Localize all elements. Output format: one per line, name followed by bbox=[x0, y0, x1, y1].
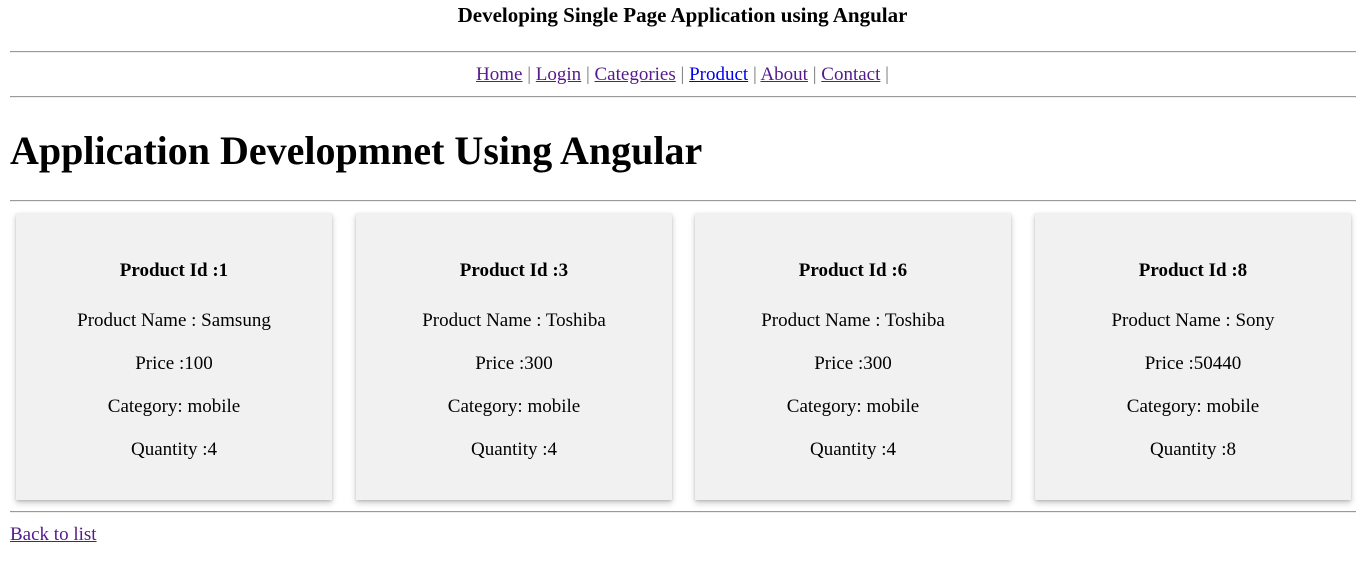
product-category: Category: mobile bbox=[786, 396, 920, 417]
product-id: Product Id :8 bbox=[1138, 260, 1248, 281]
nav-separator: | bbox=[752, 64, 757, 85]
nav-separator: | bbox=[885, 64, 889, 85]
product-id: Product Id :6 bbox=[798, 260, 908, 281]
nav-link-login[interactable]: Login bbox=[536, 64, 581, 85]
nav-separator: | bbox=[812, 64, 817, 85]
product-name: Product Name : Samsung bbox=[77, 310, 271, 331]
product-quantity: Quantity :4 bbox=[470, 439, 558, 460]
product-name: Product Name : Toshiba bbox=[422, 310, 606, 331]
site-title: Developing Single Page Application using… bbox=[457, 3, 908, 27]
nav-link-about[interactable]: About bbox=[760, 64, 808, 85]
product-quantity: Quantity :8 bbox=[1149, 439, 1237, 460]
nav-link-categories[interactable]: Categories bbox=[595, 64, 676, 85]
product-price: Price :300 bbox=[475, 353, 553, 374]
product-category: Category: mobile bbox=[107, 396, 241, 417]
nav-link-contact[interactable]: Contact bbox=[821, 64, 880, 85]
product-quantity: Quantity :4 bbox=[130, 439, 218, 460]
footer-divider bbox=[10, 511, 1356, 513]
product-quantity: Quantity :4 bbox=[809, 439, 897, 460]
product-price: Price :50440 bbox=[1144, 353, 1242, 374]
nav-separator: | bbox=[585, 64, 590, 85]
product-card: Product Id :3 Product Name : Toshiba Pri… bbox=[356, 213, 672, 500]
main-nav: Home | Login | Categories | Product | Ab… bbox=[0, 63, 1365, 87]
nav-link-product[interactable]: Product bbox=[689, 64, 748, 85]
nav-separator: | bbox=[680, 64, 685, 85]
product-card: Product Id :1 Product Name : Samsung Pri… bbox=[16, 213, 332, 500]
product-category: Category: mobile bbox=[1126, 396, 1260, 417]
product-price: Price :100 bbox=[135, 353, 213, 374]
product-id: Product Id :1 bbox=[119, 260, 229, 281]
product-id: Product Id :3 bbox=[459, 260, 569, 281]
nav-separator: | bbox=[527, 64, 532, 85]
nav-divider bbox=[10, 96, 1356, 98]
product-price: Price :300 bbox=[814, 353, 892, 374]
nav-link-home[interactable]: Home bbox=[476, 64, 522, 85]
header-divider bbox=[10, 51, 1356, 53]
page-title: Application Developmnet Using Angular bbox=[10, 128, 703, 173]
back-to-list-link[interactable]: Back to list bbox=[10, 523, 97, 547]
product-card: Product Id :8 Product Name : Sony Price … bbox=[1035, 213, 1351, 500]
heading-divider bbox=[10, 200, 1356, 202]
product-card: Product Id :6 Product Name : Toshiba Pri… bbox=[695, 213, 1011, 500]
product-category: Category: mobile bbox=[447, 396, 581, 417]
product-name: Product Name : Sony bbox=[1111, 310, 1275, 331]
product-name: Product Name : Toshiba bbox=[761, 310, 945, 331]
